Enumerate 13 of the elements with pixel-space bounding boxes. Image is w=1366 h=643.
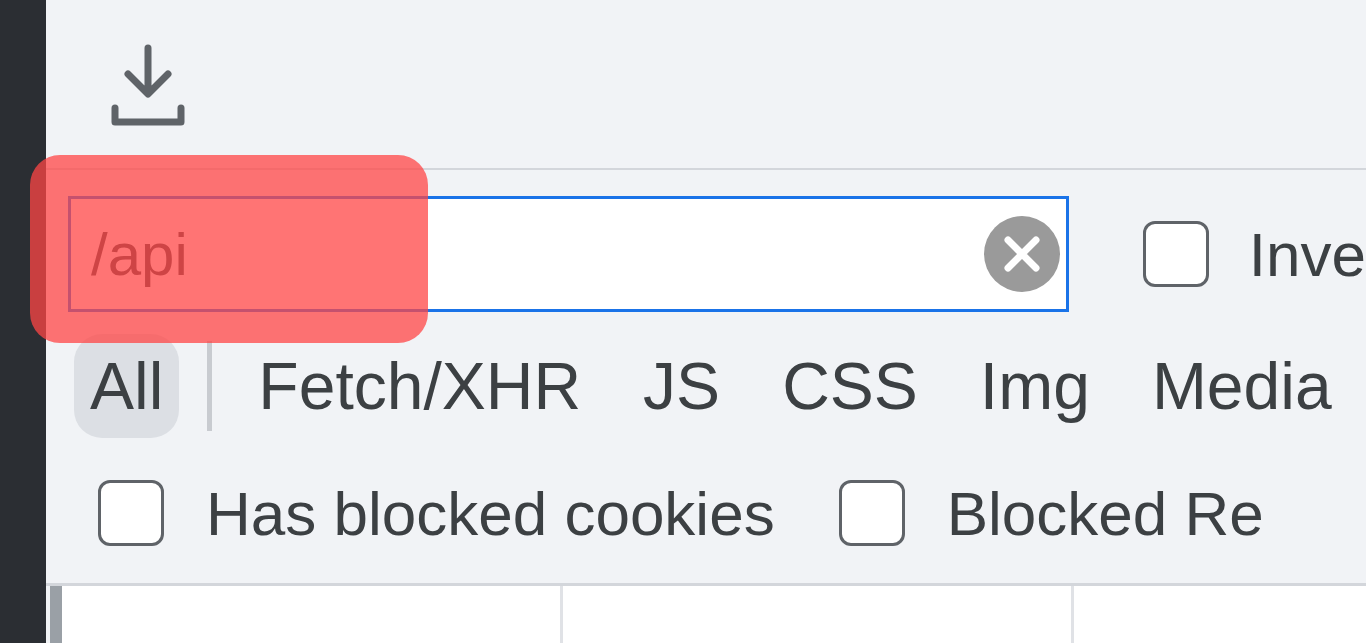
checkbox[interactable]: [98, 480, 164, 546]
type-filter-tab[interactable]: JS: [627, 333, 737, 438]
checkbox-label: Has blocked cookies: [206, 477, 775, 549]
checkbox[interactable]: [838, 480, 905, 546]
invert-label: Inve: [1248, 218, 1366, 290]
clear-icon[interactable]: [983, 216, 1060, 292]
download-icon[interactable]: [110, 44, 186, 128]
type-filter-tab[interactable]: Img: [963, 333, 1106, 438]
resize-handle[interactable]: [50, 586, 62, 643]
invert-checkbox[interactable]: [1142, 221, 1209, 287]
type-filter-tab[interactable]: CSS: [766, 333, 934, 438]
type-filter-tab[interactable]: Media: [1135, 333, 1348, 438]
checkbox-label: Blocked Re: [946, 477, 1264, 549]
